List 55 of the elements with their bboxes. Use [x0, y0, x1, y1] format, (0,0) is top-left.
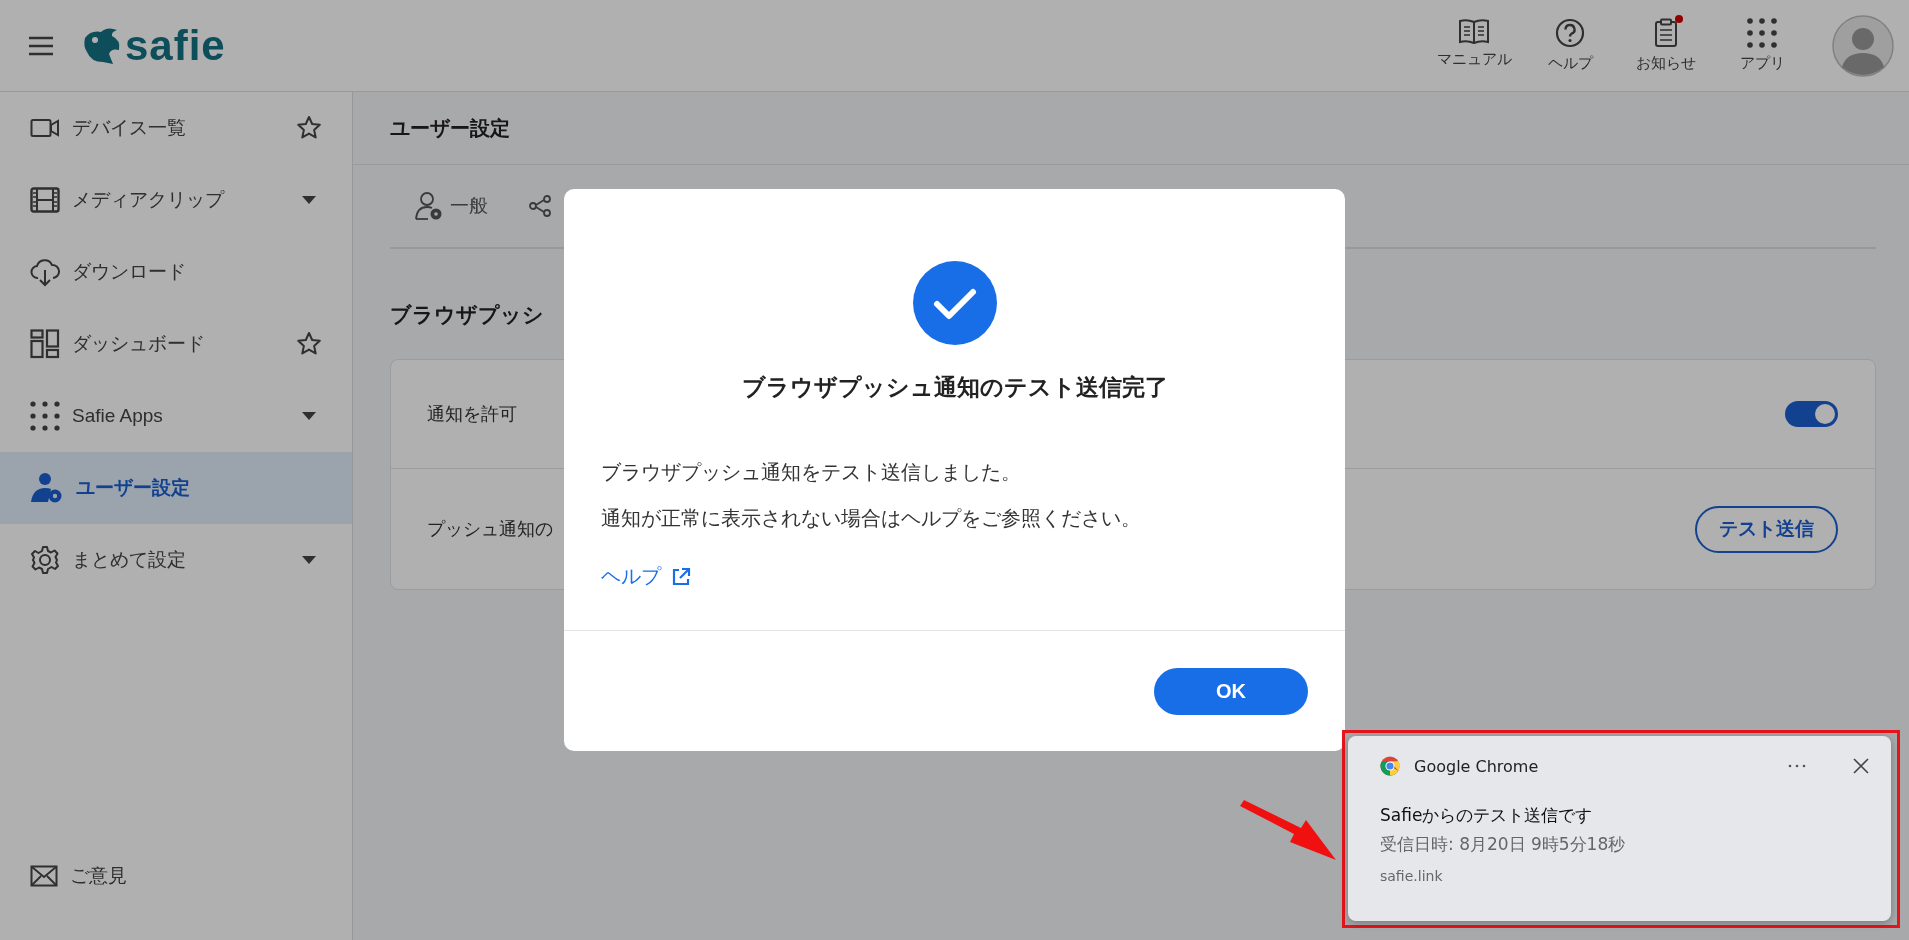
test-send-button[interactable]: テスト送信 [1695, 505, 1838, 553]
nav-button[interactable]: お知らせ [1618, 18, 1714, 73]
check-circle-icon [912, 261, 997, 345]
sidebar-item[interactable]: まとめて設定 [0, 524, 352, 596]
notification-body: 受信日時: 8月20日 9時5分18秒 [1380, 833, 1627, 856]
setting-label: 通知を許可 [427, 403, 517, 426]
setting-label: プッシュ通知の [427, 518, 553, 541]
cloud-download-icon [30, 257, 60, 287]
notification-title: Safieからのテスト送信です [1380, 804, 1594, 827]
film-icon [30, 187, 60, 213]
feedback-link[interactable]: ご意見 [0, 840, 352, 912]
sidebar-item[interactable]: Safie Apps [0, 380, 352, 452]
sidebar-item[interactable]: メディアクリップ [0, 164, 352, 236]
tab[interactable]: 一般 [414, 191, 488, 221]
star-icon[interactable] [296, 115, 322, 141]
caret-icon[interactable] [301, 195, 317, 205]
avatar-icon[interactable] [1832, 14, 1894, 77]
dialog-message: ブラウザプッシュ通知をテスト送信しました。 [601, 460, 1022, 485]
sidebar-item[interactable]: デバイス一覧 [0, 92, 352, 164]
ok-button[interactable]: OK [1154, 667, 1308, 715]
user-gear-icon [414, 191, 444, 221]
help-link[interactable]: ヘルプ [601, 563, 691, 590]
dots-grid-icon [30, 401, 60, 431]
camera-icon [30, 117, 60, 139]
dots-grid-icon [1747, 18, 1777, 48]
sidebar-item[interactable]: ダッシュボード [0, 308, 352, 380]
logo-text: safie [125, 24, 226, 67]
gear-icon [30, 545, 60, 575]
close-icon[interactable] [1853, 758, 1869, 774]
page-title: ユーザー設定 [390, 115, 510, 141]
more-icon[interactable] [1787, 763, 1807, 769]
book-icon [1458, 18, 1490, 44]
sidebar-item[interactable]: ダウンロード [0, 236, 352, 308]
sidebar-item[interactable]: ユーザー設定 [0, 452, 352, 524]
user-gear-icon [30, 472, 64, 504]
menu-icon[interactable] [28, 35, 54, 56]
nav-button[interactable]: マニュアル [1426, 18, 1522, 73]
notification-source: safie.link [1380, 868, 1444, 884]
external-link-icon [671, 566, 691, 587]
mail-icon [30, 865, 58, 887]
chrome-icon [1380, 756, 1400, 776]
nav-button[interactable]: ヘルプ [1522, 18, 1618, 73]
star-icon[interactable] [296, 331, 322, 357]
dialog-message: 通知が正常に表示されない場合はヘルプをご参照ください。 [601, 506, 1142, 531]
toggle-switch[interactable] [1785, 401, 1838, 427]
section-title: ブラウザプッシ [390, 302, 545, 328]
dashboard-icon [30, 329, 60, 359]
app-name: Google Chrome [1414, 756, 1540, 776]
caret-icon[interactable] [301, 411, 317, 421]
nav-button[interactable]: アプリ [1714, 18, 1810, 73]
caret-icon[interactable] [301, 555, 317, 565]
clipboard-icon [1654, 18, 1678, 48]
question-icon [1555, 18, 1585, 48]
share-icon[interactable] [528, 194, 552, 218]
dialog-title: ブラウザプッシュ通知のテスト送信完了 [740, 373, 1169, 402]
